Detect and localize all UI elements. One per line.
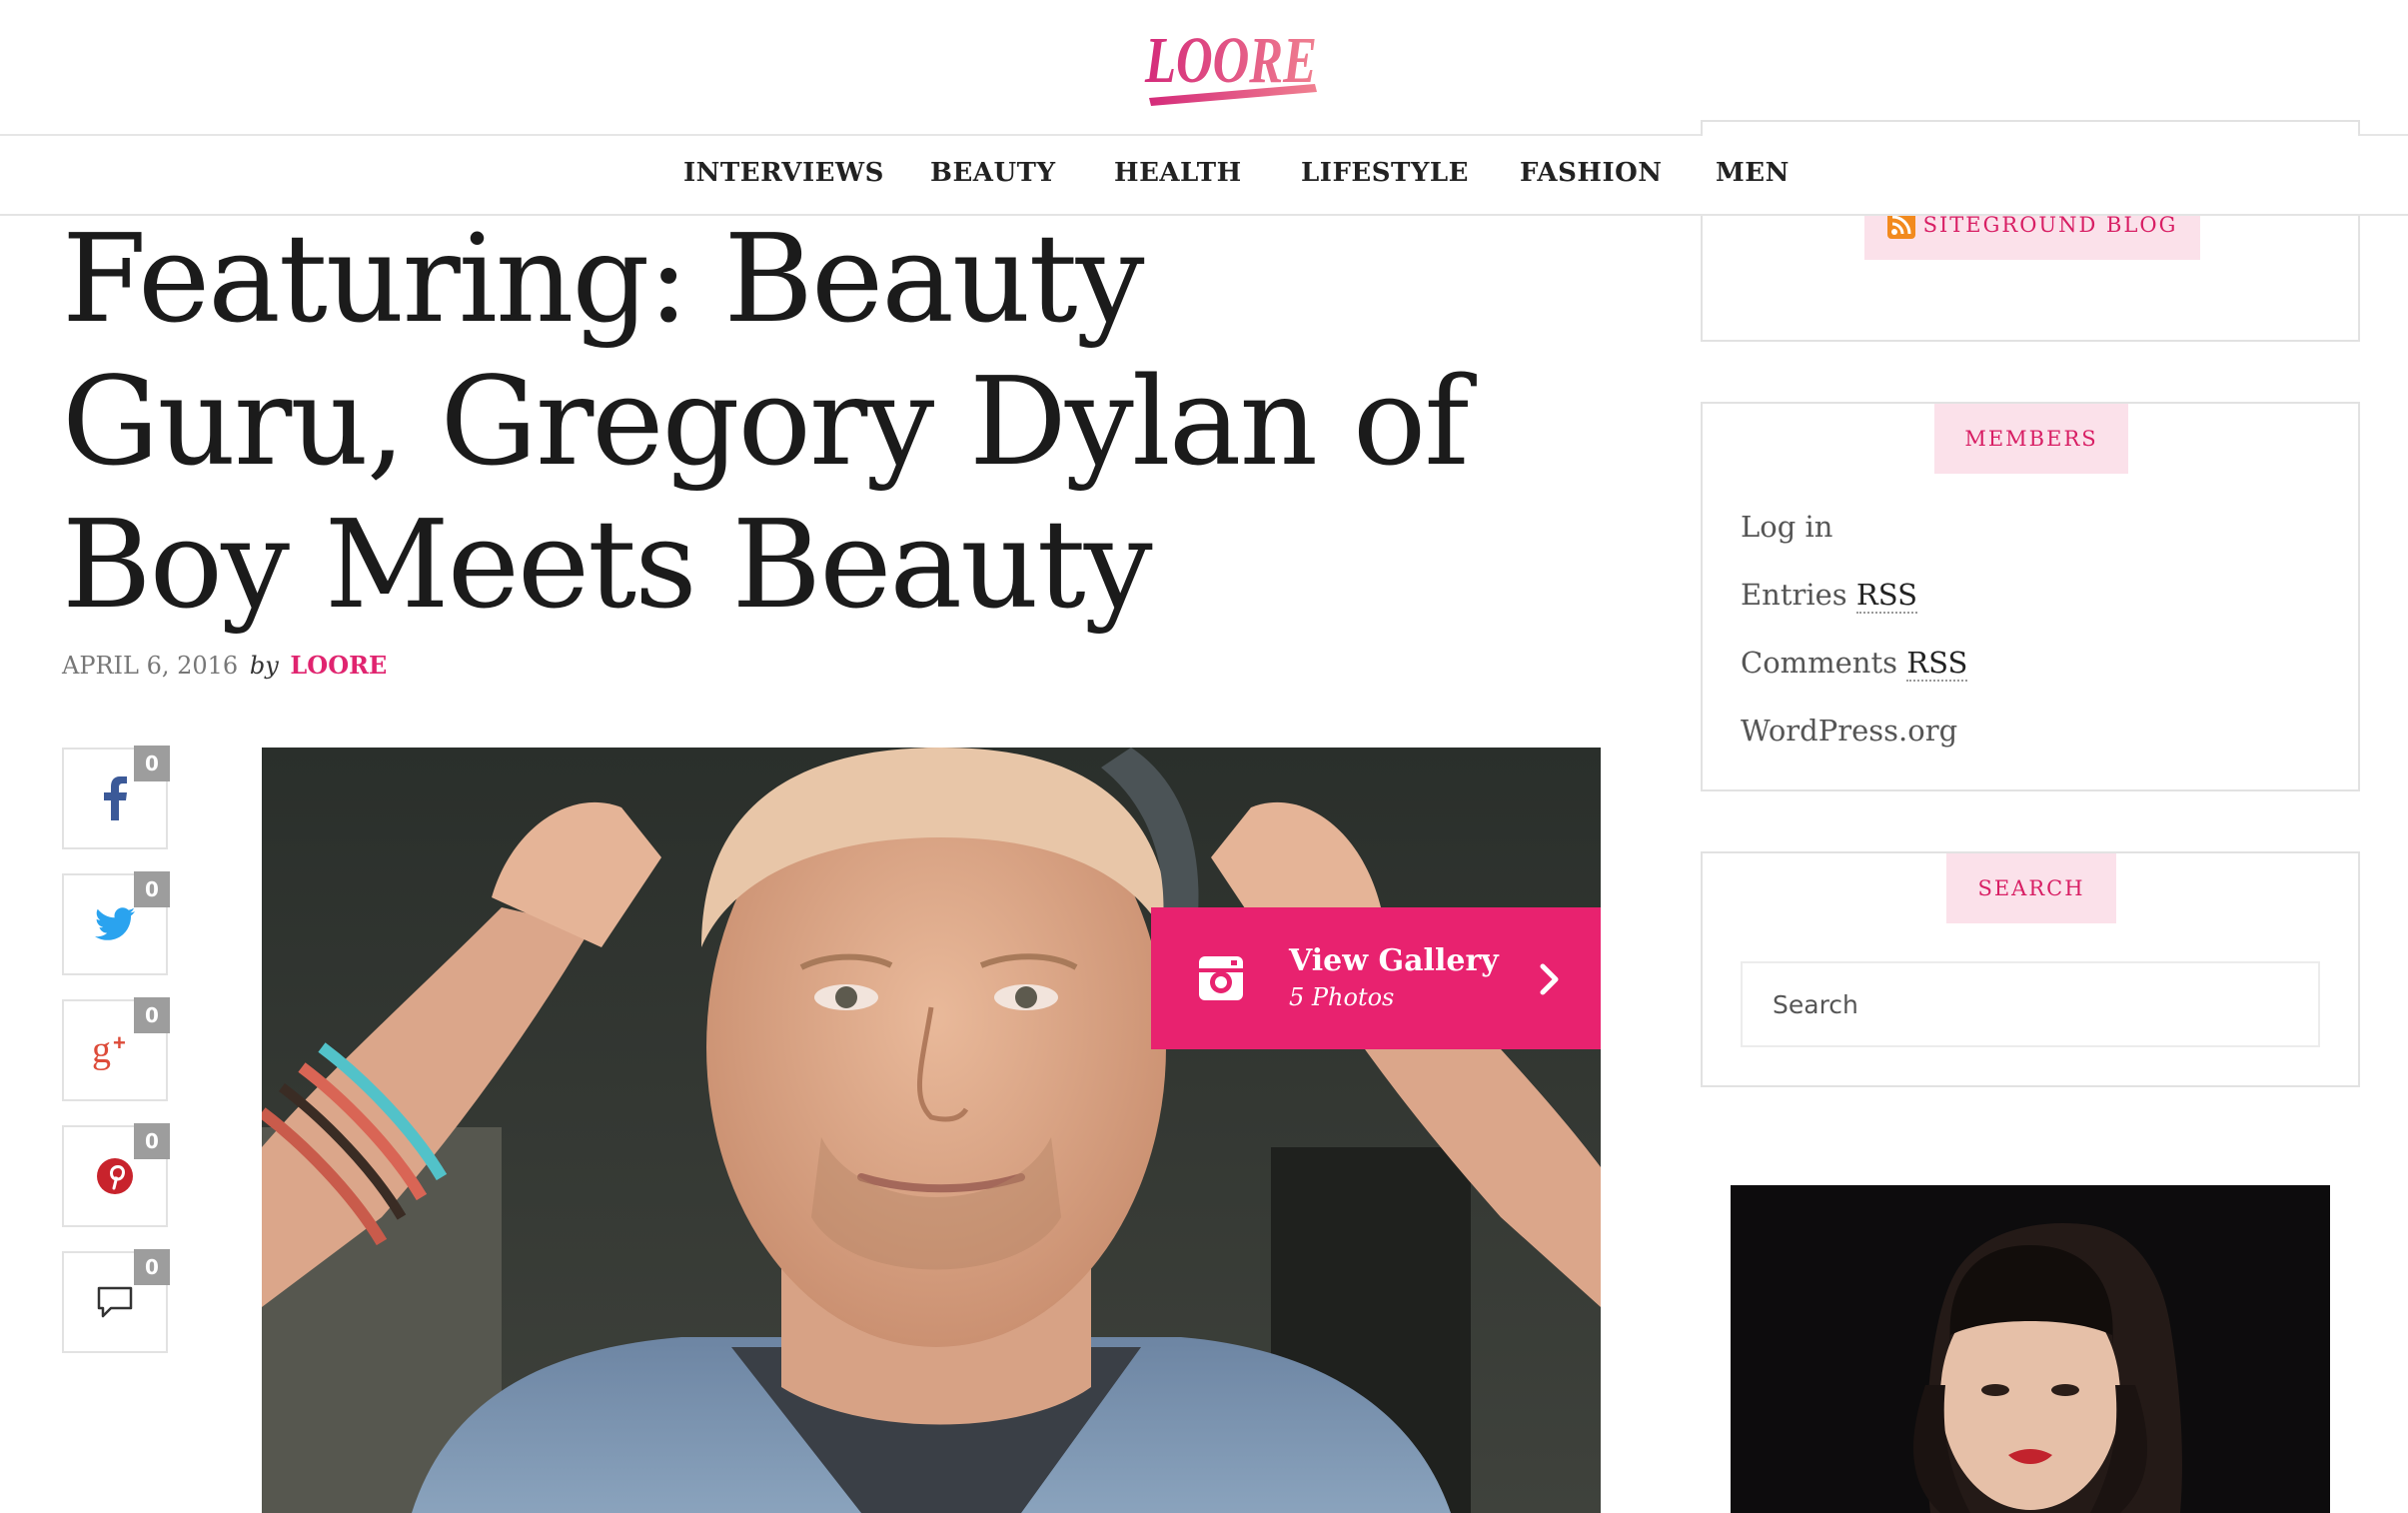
share-pinterest-button[interactable]: 0 xyxy=(62,1123,170,1227)
share-count: 0 xyxy=(134,997,170,1033)
link-text: WordPress.org xyxy=(1741,714,1958,748)
comments-button[interactable]: 0 xyxy=(62,1249,170,1353)
search-input[interactable] xyxy=(1741,961,2320,1047)
rss-abbr: RSS xyxy=(1906,646,1968,682)
entries-rss-link[interactable]: Entries RSS xyxy=(1741,578,1917,614)
chevron-right-icon xyxy=(1540,963,1559,995)
rss-widget-label: SITEGROUND BLOG xyxy=(1922,213,2178,237)
rss-abbr: RSS xyxy=(1855,578,1917,614)
svg-text:LOORE: LOORE xyxy=(1144,24,1317,97)
byline-label: by xyxy=(249,652,279,680)
camera-icon xyxy=(1199,956,1243,1000)
nav-item-beauty[interactable]: BEAUTY xyxy=(930,158,1056,188)
share-count: 0 xyxy=(134,1249,170,1285)
share-count: 0 xyxy=(134,1123,170,1159)
sidebar-portrait-image[interactable] xyxy=(1731,1185,2330,1513)
search-widget: SEARCH xyxy=(1701,851,2360,1087)
comments-rss-link[interactable]: Comments RSS xyxy=(1741,646,1968,682)
wordpress-org-link[interactable]: WordPress.org xyxy=(1741,714,1957,748)
members-widget-title: MEMBERS xyxy=(1934,404,2128,474)
site-header: LOORE xyxy=(0,0,2408,136)
share-count: 0 xyxy=(134,746,170,781)
gallery-title: View Gallery xyxy=(1289,943,1499,978)
view-gallery-button[interactable]: View Gallery 5 Photos xyxy=(1151,907,1601,1049)
login-link[interactable]: Log in xyxy=(1741,510,1832,544)
site-logo[interactable]: LOORE xyxy=(1129,22,1329,106)
nav-item-fashion[interactable]: FASHION xyxy=(1520,158,1663,188)
share-twitter-button[interactable]: 0 xyxy=(62,871,170,975)
share-count: 0 xyxy=(134,871,170,907)
portrait-photo xyxy=(262,748,1601,1513)
author-link[interactable]: LOORE xyxy=(290,651,387,680)
share-facebook-button[interactable]: 0 xyxy=(62,746,170,849)
featured-image[interactable] xyxy=(262,748,1601,1513)
nav-item-men[interactable]: MEN xyxy=(1716,158,1790,188)
svg-text:g: g xyxy=(92,1030,111,1070)
article-title: Featuring: Beauty Guru, Gregory Dylan of… xyxy=(62,208,1469,636)
link-text: Comments xyxy=(1741,646,1907,680)
main-nav: INTERVIEWS BEAUTY HEALTH LIFESTYLE FASHI… xyxy=(0,136,2408,216)
link-text: Entries xyxy=(1741,578,1856,612)
search-widget-title: SEARCH xyxy=(1946,853,2116,923)
article-date: APRIL 6, 2016 xyxy=(62,652,239,680)
nav-item-health[interactable]: HEALTH xyxy=(1114,158,1242,188)
gallery-photo-count: 5 Photos xyxy=(1289,983,1395,1011)
link-text: Log in xyxy=(1741,510,1833,544)
sidebar-photo xyxy=(1731,1185,2330,1513)
article-meta: APRIL 6, 2016 by LOORE xyxy=(62,651,387,680)
nav-item-lifestyle[interactable]: LIFESTYLE xyxy=(1301,158,1469,188)
share-google-plus-button[interactable]: g + 0 xyxy=(62,997,170,1101)
members-widget: MEMBERS Log in Entries RSS Comments RSS … xyxy=(1701,402,2360,791)
nav-item-interviews[interactable]: INTERVIEWS xyxy=(683,158,884,188)
svg-text:+: + xyxy=(113,1030,126,1055)
